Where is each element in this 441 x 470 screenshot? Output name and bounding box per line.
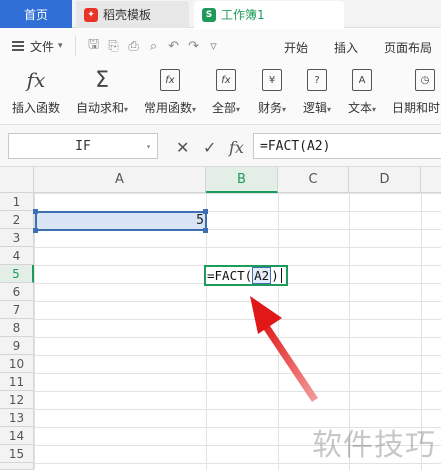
arrow-shaft: [262, 323, 318, 402]
arrow-head: [250, 296, 282, 334]
watermark-text: 软件技巧: [312, 428, 436, 463]
annotation-arrow: [250, 296, 318, 402]
